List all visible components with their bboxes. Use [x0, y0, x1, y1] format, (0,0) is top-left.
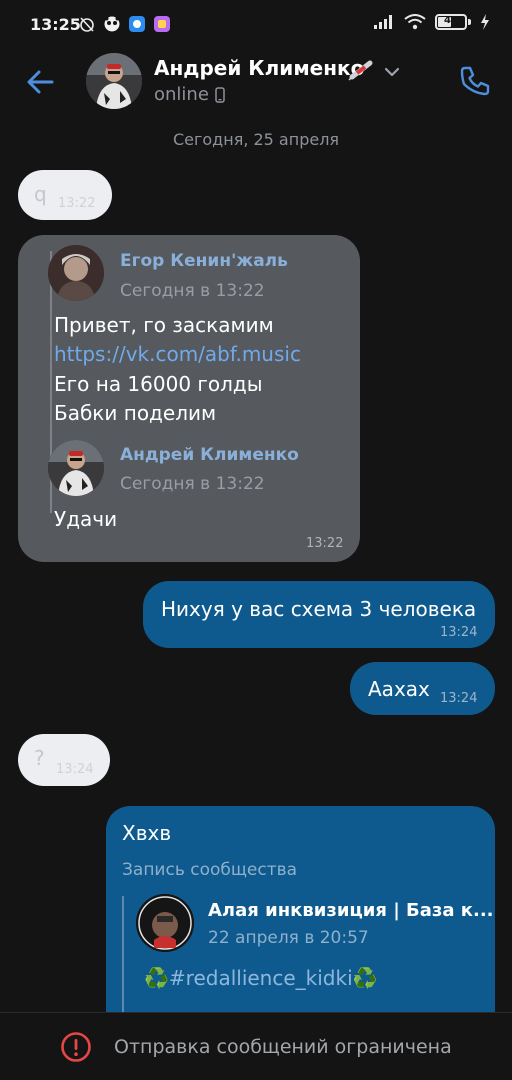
syringe-emoji-icon — [348, 60, 373, 81]
repost-bar — [122, 896, 124, 1026]
battery-level: 45 — [444, 15, 458, 26]
phone-device-icon — [215, 86, 225, 103]
app-blue-icon — [129, 16, 145, 32]
charging-icon — [481, 14, 489, 30]
message-time: 13:22 — [58, 196, 96, 211]
message-bubble-outgoing[interactable]: Аахах 13:24 — [350, 662, 495, 715]
forward-text-line: Привет, го заскамим — [54, 313, 274, 337]
forward-author[interactable]: Андрей Клименко — [120, 445, 299, 465]
status-bar: 13:25 45 — [0, 0, 512, 50]
forward-text-line: Удачи — [54, 507, 118, 531]
back-arrow-icon[interactable] — [22, 64, 58, 100]
message-time: 13:24 — [440, 691, 478, 706]
message-bubble-forwarded[interactable]: Егор Кенин'жаль Сегодня в 13:22 Привет, … — [18, 235, 360, 562]
message-text: Хвхв — [122, 821, 172, 845]
forward-date: Сегодня в 13:22 — [120, 474, 265, 494]
repost-label: Запись сообщества — [122, 860, 298, 880]
forward-text-line: Его на 16000 голды — [54, 372, 263, 396]
repost-hashtag[interactable]: ♻️#redallience_kidki♻️ — [144, 966, 378, 990]
signal-icon — [374, 15, 392, 29]
avatar[interactable] — [48, 245, 104, 301]
avatar[interactable] — [48, 440, 104, 496]
restricted-notice: Отправка сообщений ограничена — [114, 1036, 452, 1058]
repost-author[interactable]: Алая инквизиция | База к... — [208, 900, 494, 921]
warning-icon — [61, 1032, 91, 1062]
battery-icon: 45 — [435, 14, 467, 30]
message-text: Нихуя у вас схема 3 человека — [161, 597, 477, 621]
alarm-off-icon — [80, 17, 94, 32]
app-gradient-icon — [154, 16, 170, 32]
contact-name[interactable]: Андрей Клименко — [154, 56, 364, 80]
status-text: online — [154, 84, 209, 105]
forward-author[interactable]: Егор Кенин'жаль — [120, 251, 288, 271]
system-indicators: 45 — [373, 14, 490, 30]
message-text: ? — [34, 746, 45, 770]
message-bubble-incoming[interactable]: ? 13:24 — [18, 734, 110, 786]
status-time: 13:25 — [30, 15, 81, 34]
forward-link[interactable]: https://vk.com/abf.music — [54, 342, 301, 366]
message-text: q — [34, 182, 47, 206]
message-time: 13:22 — [306, 536, 344, 551]
notification-icons — [78, 15, 171, 33]
message-bubble-repost[interactable]: Хвхв Запись сообщества Алая инквизиция |… — [106, 806, 495, 1046]
message-time: 13:24 — [440, 625, 478, 640]
message-time: 13:24 — [56, 762, 94, 777]
contact-status: online — [154, 84, 225, 105]
wifi-icon — [404, 14, 426, 30]
bottom-bar: Отправка сообщений ограничена — [0, 1012, 512, 1080]
message-bubble-outgoing[interactable]: Нихуя у вас схема 3 человека 13:24 — [143, 581, 495, 648]
panda-icon — [104, 16, 120, 32]
avatar[interactable] — [136, 894, 194, 952]
forward-text-line: Бабки поделим — [54, 401, 217, 425]
repost-date: 22 апреля в 20:57 — [208, 928, 369, 948]
message-text: Аахах — [368, 677, 430, 701]
avatar[interactable] — [86, 53, 142, 109]
forward-date: Сегодня в 13:22 — [120, 281, 265, 301]
chevron-down-icon[interactable] — [382, 62, 402, 82]
date-separator: Сегодня, 25 апреля — [172, 130, 340, 149]
phone-icon[interactable] — [456, 62, 494, 100]
message-bubble-incoming[interactable]: q 13:22 — [18, 170, 112, 220]
chat-header: Андрей Клименко online — [0, 50, 512, 114]
